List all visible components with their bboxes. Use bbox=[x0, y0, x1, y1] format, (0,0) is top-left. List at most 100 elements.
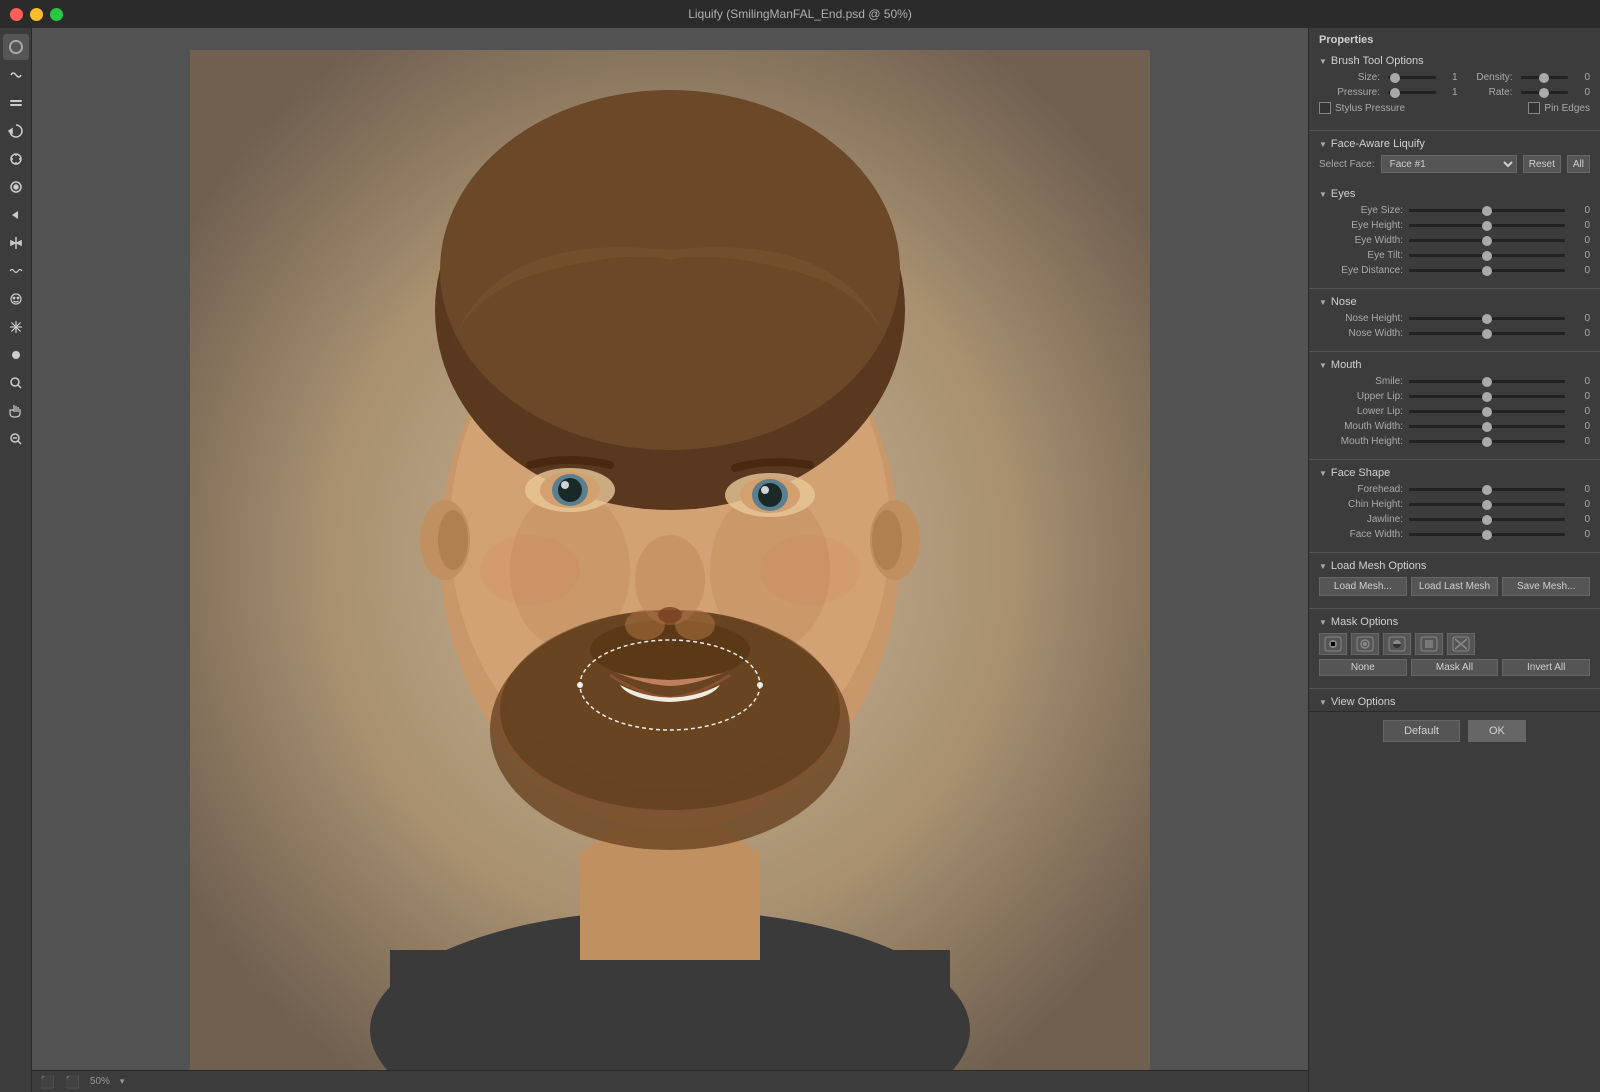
pucker-tool-button[interactable] bbox=[3, 146, 29, 172]
zoom-level[interactable]: 50% bbox=[90, 1076, 110, 1087]
mask-icon-btn-3[interactable] bbox=[1383, 633, 1411, 655]
brush-options-label: Brush Tool Options bbox=[1331, 55, 1424, 67]
density-slider[interactable] bbox=[1521, 76, 1569, 79]
mask-icon-btn-5[interactable] bbox=[1447, 633, 1475, 655]
eye-width-slider[interactable] bbox=[1409, 239, 1565, 242]
mouth-content: Smile: 0 Upper Lip: 0 Lower Lip: 0 Mouth… bbox=[1309, 374, 1600, 457]
load-mesh-content: Load Mesh... Load Last Mesh Save Mesh... bbox=[1309, 575, 1600, 606]
eye-height-slider[interactable] bbox=[1409, 224, 1565, 227]
divider-3 bbox=[1309, 351, 1600, 352]
jawline-slider[interactable] bbox=[1409, 518, 1565, 521]
mouth-width-slider[interactable] bbox=[1409, 425, 1565, 428]
chin-height-value: 0 bbox=[1565, 499, 1590, 510]
mouth-height-slider[interactable] bbox=[1409, 440, 1565, 443]
ok-button[interactable]: OK bbox=[1468, 720, 1526, 742]
maximize-button[interactable] bbox=[50, 8, 63, 21]
reconstruct-tool-button[interactable] bbox=[3, 62, 29, 88]
twirl-cw-tool-button[interactable] bbox=[3, 118, 29, 144]
face-tool-button[interactable] bbox=[3, 286, 29, 312]
search-icon[interactable] bbox=[3, 426, 29, 452]
mask-icon-btn-1[interactable] bbox=[1319, 633, 1347, 655]
eye-distance-slider[interactable] bbox=[1409, 269, 1565, 272]
mouth-height-value: 0 bbox=[1565, 436, 1590, 447]
mask-options-header[interactable]: ▼ Mask Options bbox=[1309, 611, 1600, 631]
push-left-tool-button[interactable] bbox=[3, 202, 29, 228]
bloat-tool-button[interactable] bbox=[3, 174, 29, 200]
forehead-value: 0 bbox=[1565, 484, 1590, 495]
hand-tool-button[interactable] bbox=[3, 398, 29, 424]
save-mesh-button[interactable]: Save Mesh... bbox=[1502, 577, 1590, 596]
upper-lip-slider[interactable] bbox=[1409, 395, 1565, 398]
face-shape-header[interactable]: ▼ Face Shape bbox=[1309, 462, 1600, 482]
window-controls bbox=[10, 8, 63, 21]
status-icon-2: ⬛ bbox=[65, 1075, 80, 1089]
eye-tilt-slider[interactable] bbox=[1409, 254, 1565, 257]
eye-size-slider[interactable] bbox=[1409, 209, 1565, 212]
density-label: Density: bbox=[1462, 72, 1517, 83]
smile-slider[interactable] bbox=[1409, 380, 1565, 383]
turbulence-tool-button[interactable] bbox=[3, 258, 29, 284]
mouth-header[interactable]: ▼ Mouth bbox=[1309, 354, 1600, 374]
lower-lip-row: Lower Lip: 0 bbox=[1319, 406, 1590, 417]
load-mesh-header[interactable]: ▼ Load Mesh Options bbox=[1309, 555, 1600, 575]
nose-content: Nose Height: 0 Nose Width: 0 bbox=[1309, 311, 1600, 349]
lower-lip-slider[interactable] bbox=[1409, 410, 1565, 413]
face-aware-header[interactable]: ▼ Face-Aware Liquify bbox=[1309, 133, 1600, 153]
mirror-tool-button[interactable] bbox=[3, 230, 29, 256]
view-options-header[interactable]: ▼ View Options bbox=[1309, 691, 1600, 711]
warp-tool-button[interactable] bbox=[3, 34, 29, 60]
zoom-tool-button[interactable] bbox=[3, 370, 29, 396]
close-button[interactable] bbox=[10, 8, 23, 21]
mouth-arrow: ▼ bbox=[1319, 361, 1327, 370]
mouth-height-label: Mouth Height: bbox=[1319, 436, 1409, 447]
title-bar: Liquify (SmilingManFAL_End.psd @ 50%) bbox=[0, 0, 1600, 28]
face-width-slider[interactable] bbox=[1409, 533, 1565, 536]
none-button[interactable]: None bbox=[1319, 659, 1407, 676]
face-shape-label: Face Shape bbox=[1331, 467, 1390, 479]
nose-width-label: Nose Width: bbox=[1319, 328, 1409, 339]
pressure-slider[interactable] bbox=[1388, 91, 1436, 94]
forehead-row: Forehead: 0 bbox=[1319, 484, 1590, 495]
smile-row: Smile: 0 bbox=[1319, 376, 1590, 387]
nose-height-slider[interactable] bbox=[1409, 317, 1565, 320]
pin-edges-checkbox[interactable] bbox=[1528, 102, 1540, 114]
upper-lip-row: Upper Lip: 0 bbox=[1319, 391, 1590, 402]
eyes-header[interactable]: ▼ Eyes bbox=[1309, 183, 1600, 203]
mask-icon-btn-2[interactable] bbox=[1351, 633, 1379, 655]
smooth-tool-button[interactable] bbox=[3, 90, 29, 116]
face-shape-arrow: ▼ bbox=[1319, 469, 1327, 478]
brush-tool-options-header[interactable]: ▼ Brush Tool Options bbox=[1309, 50, 1600, 70]
nose-header[interactable]: ▼ Nose bbox=[1309, 291, 1600, 311]
load-mesh-button[interactable]: Load Mesh... bbox=[1319, 577, 1407, 596]
size-slider[interactable] bbox=[1388, 76, 1436, 79]
mask-icon-btn-4[interactable] bbox=[1415, 633, 1443, 655]
stylus-pressure-label: Stylus Pressure bbox=[1335, 103, 1405, 114]
minimize-button[interactable] bbox=[30, 8, 43, 21]
chin-height-slider[interactable] bbox=[1409, 503, 1565, 506]
thaw-tool-button[interactable] bbox=[3, 342, 29, 368]
stylus-pressure-checkbox[interactable] bbox=[1319, 102, 1331, 114]
canvas-image[interactable] bbox=[190, 50, 1150, 1070]
zoom-dropdown-icon[interactable]: ▾ bbox=[120, 1076, 125, 1087]
rate-slider[interactable] bbox=[1521, 91, 1569, 94]
canvas-area[interactable]: ⬛ ⬛ 50% ▾ bbox=[32, 28, 1308, 1092]
reset-button[interactable]: Reset bbox=[1523, 155, 1561, 173]
nose-arrow: ▼ bbox=[1319, 298, 1327, 307]
divider-7 bbox=[1309, 688, 1600, 689]
nose-width-slider[interactable] bbox=[1409, 332, 1565, 335]
all-button[interactable]: All bbox=[1567, 155, 1590, 173]
face-dropdown[interactable]: Face #1 bbox=[1381, 155, 1517, 173]
default-button[interactable]: Default bbox=[1383, 720, 1460, 742]
load-mesh-arrow: ▼ bbox=[1319, 562, 1327, 571]
eyes-content: Eye Size: 0 Eye Height: 0 Eye Width: 0 E… bbox=[1309, 203, 1600, 286]
jawline-label: Jawline: bbox=[1319, 514, 1409, 525]
mouth-label: Mouth bbox=[1331, 359, 1362, 371]
forehead-slider[interactable] bbox=[1409, 488, 1565, 491]
invert-all-button[interactable]: Invert All bbox=[1502, 659, 1590, 676]
nose-width-row: Nose Width: 0 bbox=[1319, 328, 1590, 339]
mask-all-button[interactable]: Mask All bbox=[1411, 659, 1499, 676]
freeze-tool-button[interactable] bbox=[3, 314, 29, 340]
nose-height-value: 0 bbox=[1565, 313, 1590, 324]
load-last-mesh-button[interactable]: Load Last Mesh bbox=[1411, 577, 1499, 596]
pin-edges-row: Pin Edges bbox=[1528, 102, 1590, 114]
